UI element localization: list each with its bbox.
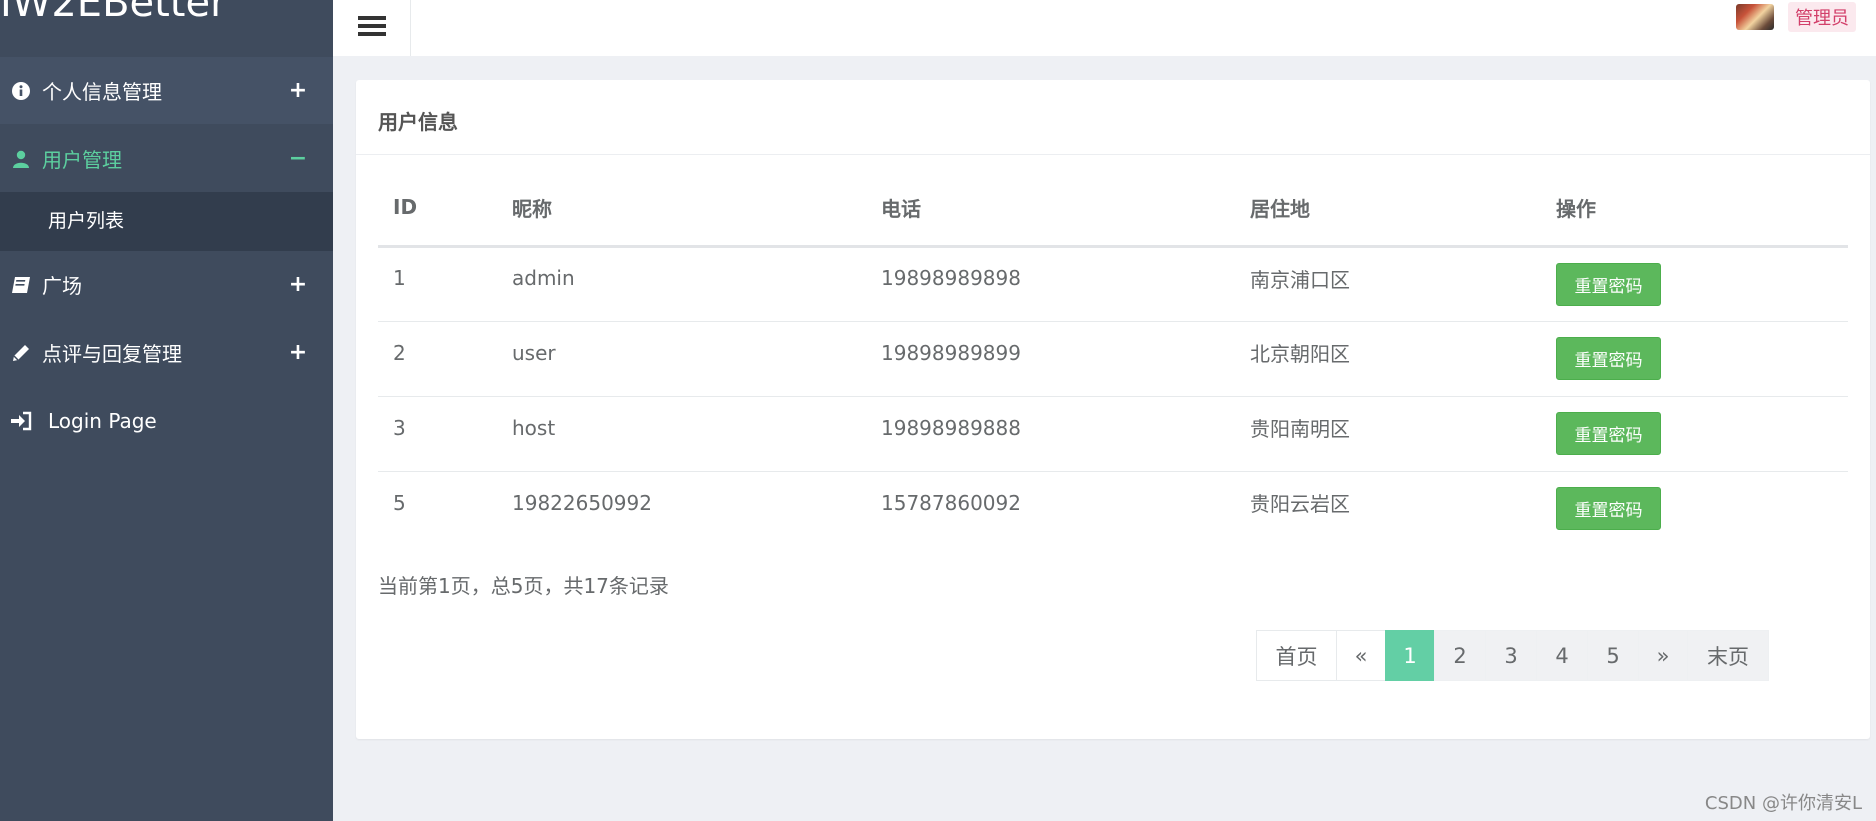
pagination-prev[interactable]: « — [1336, 630, 1386, 681]
sidebar-item-login-page[interactable]: Login Page — [0, 387, 333, 454]
cell-id: 5 — [393, 490, 406, 515]
submenu-user-management: 用户列表 — [0, 192, 333, 251]
cell-address: 贵阳云岩区 — [1250, 492, 1350, 517]
sidebar-item-personal-info[interactable]: 个人信息管理 + — [0, 57, 333, 124]
top-navbar: 管理员 — [333, 0, 1876, 56]
cell-nickname: 19822650992 — [512, 490, 652, 515]
cell-nickname: user — [512, 340, 556, 365]
watermark: CSDN @许你清安L — [1704, 793, 1862, 814]
cell-phone: 15787860092 — [881, 490, 1021, 515]
reset-password-button[interactable]: 重置密码 — [1556, 412, 1661, 455]
cell-nickname: admin — [512, 266, 575, 290]
table-row: 1 admin 19898989898 南京浦口区 重置密码 — [378, 246, 1848, 322]
cell-nickname: host — [512, 415, 556, 440]
table-row: 5 19822650992 15787860092 贵阳云岩区 重置密码 — [378, 471, 1848, 546]
cell-address: 贵阳南明区 — [1250, 417, 1350, 441]
info-circle-icon — [0, 81, 42, 100]
column-header-nickname: 昵称 — [497, 170, 866, 248]
pagination-page-5[interactable]: 5 — [1587, 630, 1639, 681]
column-header-id: ID — [378, 170, 497, 248]
brand-logo: IW2EBetter — [0, 0, 227, 26]
cell-id: 1 — [393, 266, 406, 290]
user-info-panel: 用户信息 ID 昵称 电话 居住地 操作 1 admin 19898989898… — [356, 80, 1870, 739]
pagination-page-1[interactable]: 1 — [1385, 630, 1435, 681]
reset-password-button[interactable]: 重置密码 — [1556, 337, 1661, 380]
collapse-minus-icon: − — [288, 146, 308, 171]
table-row: 2 user 19898989899 北京朝阳区 重置密码 — [378, 321, 1848, 397]
user-area: 管理员 — [1736, 2, 1856, 32]
cell-address: 北京朝阳区 — [1250, 342, 1350, 366]
pagination-first[interactable]: 首页 — [1256, 630, 1337, 681]
pagination-page-2[interactable]: 2 — [1434, 630, 1486, 681]
submenu-item-user-list[interactable]: 用户列表 — [48, 206, 124, 233]
pagination-page-3[interactable]: 3 — [1485, 630, 1537, 681]
sign-in-icon — [0, 411, 42, 431]
cell-address: 南京浦口区 — [1250, 267, 1350, 292]
sidebar-item-label: 用户管理 — [42, 148, 122, 172]
page-info: 当前第1页，总5页，共17条记录 — [378, 574, 669, 598]
column-header-phone: 电话 — [866, 170, 1235, 248]
reset-password-button[interactable]: 重置密码 — [1556, 487, 1661, 531]
panel-divider — [356, 154, 1870, 155]
column-header-action: 操作 — [1541, 170, 1848, 248]
sidebar-item-plaza[interactable]: 广场 + — [0, 251, 333, 318]
table-row: 3 host 19898989888 贵阳南明区 重置密码 — [378, 396, 1848, 472]
sidebar-item-label: 广场 — [42, 274, 82, 298]
user-table: ID 昵称 电话 居住地 操作 1 admin 19898989898 南京浦口… — [378, 170, 1848, 546]
pagination-next[interactable]: » — [1638, 630, 1688, 681]
reset-password-button[interactable]: 重置密码 — [1556, 262, 1661, 306]
sidebar-item-label: Login Page — [48, 408, 157, 433]
sidebar-item-review-management[interactable]: 点评与回复管理 + — [0, 319, 333, 386]
pagination-page-4[interactable]: 4 — [1536, 630, 1588, 681]
sidebar-item-user-management[interactable]: 用户管理 − — [0, 125, 333, 192]
sidebar-item-label: 个人信息管理 — [42, 80, 162, 104]
expand-plus-icon: + — [288, 340, 308, 365]
cell-phone: 19898989898 — [881, 266, 1021, 290]
table-header-row: ID 昵称 电话 居住地 操作 — [378, 170, 1848, 248]
user-icon — [0, 150, 42, 168]
avatar[interactable] — [1736, 4, 1774, 30]
sidebar: IW2EBetter 个人信息管理 + 用户管理 − 用户列表 广场 + 点评与… — [0, 0, 333, 821]
pagination: 首页 « 1 2 3 4 5 » 末页 — [1256, 630, 1769, 681]
cell-phone: 19898989899 — [881, 340, 1021, 365]
panel-title: 用户信息 — [378, 110, 458, 134]
pencil-icon — [0, 343, 42, 363]
role-badge[interactable]: 管理员 — [1788, 2, 1856, 32]
expand-plus-icon: + — [288, 272, 308, 297]
expand-plus-icon: + — [288, 78, 308, 103]
hamburger-icon — [357, 15, 386, 41]
cell-phone: 19898989888 — [881, 415, 1021, 440]
cell-id: 3 — [393, 415, 406, 440]
pagination-last[interactable]: 末页 — [1687, 630, 1769, 681]
menu-toggle-button[interactable] — [333, 0, 411, 56]
column-header-address: 居住地 — [1235, 170, 1541, 248]
book-icon — [0, 276, 42, 294]
sidebar-item-label: 点评与回复管理 — [42, 342, 182, 366]
cell-id: 2 — [393, 340, 406, 365]
